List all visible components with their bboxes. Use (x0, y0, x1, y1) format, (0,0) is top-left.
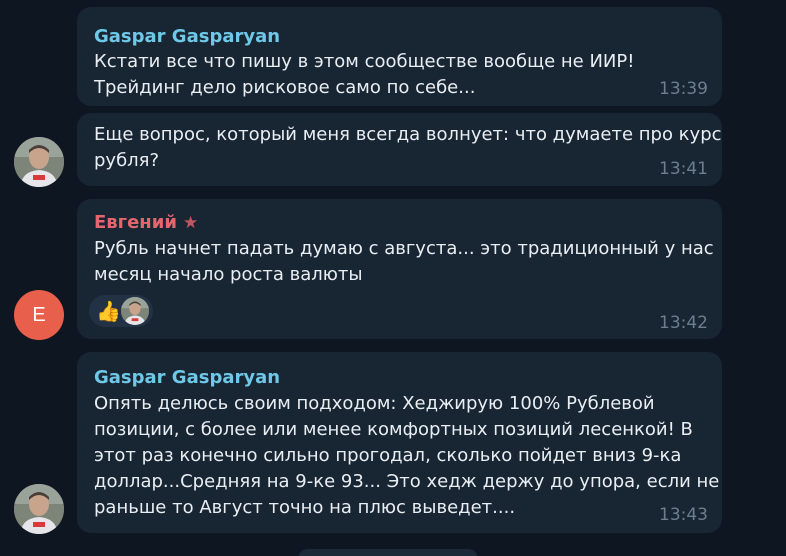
message-bubble[interactable]: Gaspar Gasparyan Кстати все что пишу в э… (77, 7, 722, 106)
message-text: Опять делюсь своим подходом: Хеджирую 10… (94, 393, 720, 518)
thumbs-up-icon: 👍 (96, 299, 121, 323)
user-photo-icon (14, 137, 64, 187)
sender-name[interactable]: Gaspar Gasparyan (94, 26, 280, 48)
bottom-pill[interactable] (298, 549, 478, 556)
user-photo-icon (14, 484, 64, 534)
message-time: 13:43 (659, 505, 708, 525)
message-text: Рубль начнет падать думаю с августа... э… (94, 238, 714, 285)
message-text: Еще вопрос, который меня всегда волнует:… (94, 124, 722, 171)
avatar[interactable] (14, 137, 64, 187)
avatar[interactable]: Е (14, 290, 64, 340)
message-time: 13:41 (659, 159, 708, 179)
sender-name[interactable]: Gaspar Gasparyan (94, 367, 280, 389)
avatar[interactable] (14, 484, 64, 534)
reactor-avatar (121, 297, 149, 325)
message-text: Кстати все что пишу в этом сообществе во… (94, 51, 635, 98)
chat-history[interactable]: Gaspar Gasparyan Кстати все что пишу в э… (0, 0, 786, 556)
message-time: 13:39 (659, 79, 708, 99)
reaction-chip[interactable]: 👍 (89, 295, 153, 327)
sender-name-text: Евгений (94, 212, 177, 233)
message-bubble[interactable]: Еще вопрос, который меня всегда волнует:… (77, 113, 722, 186)
message-bubble[interactable]: Евгений ★ Рубль начнет падать думаю с авг… (77, 199, 722, 339)
star-icon: ★ (182, 213, 199, 233)
message-time: 13:42 (659, 313, 708, 333)
message-bubble[interactable]: Gaspar Gasparyan Опять делюсь своим подх… (77, 352, 722, 533)
sender-name[interactable]: Евгений ★ (94, 212, 198, 234)
user-photo-icon (121, 297, 149, 325)
